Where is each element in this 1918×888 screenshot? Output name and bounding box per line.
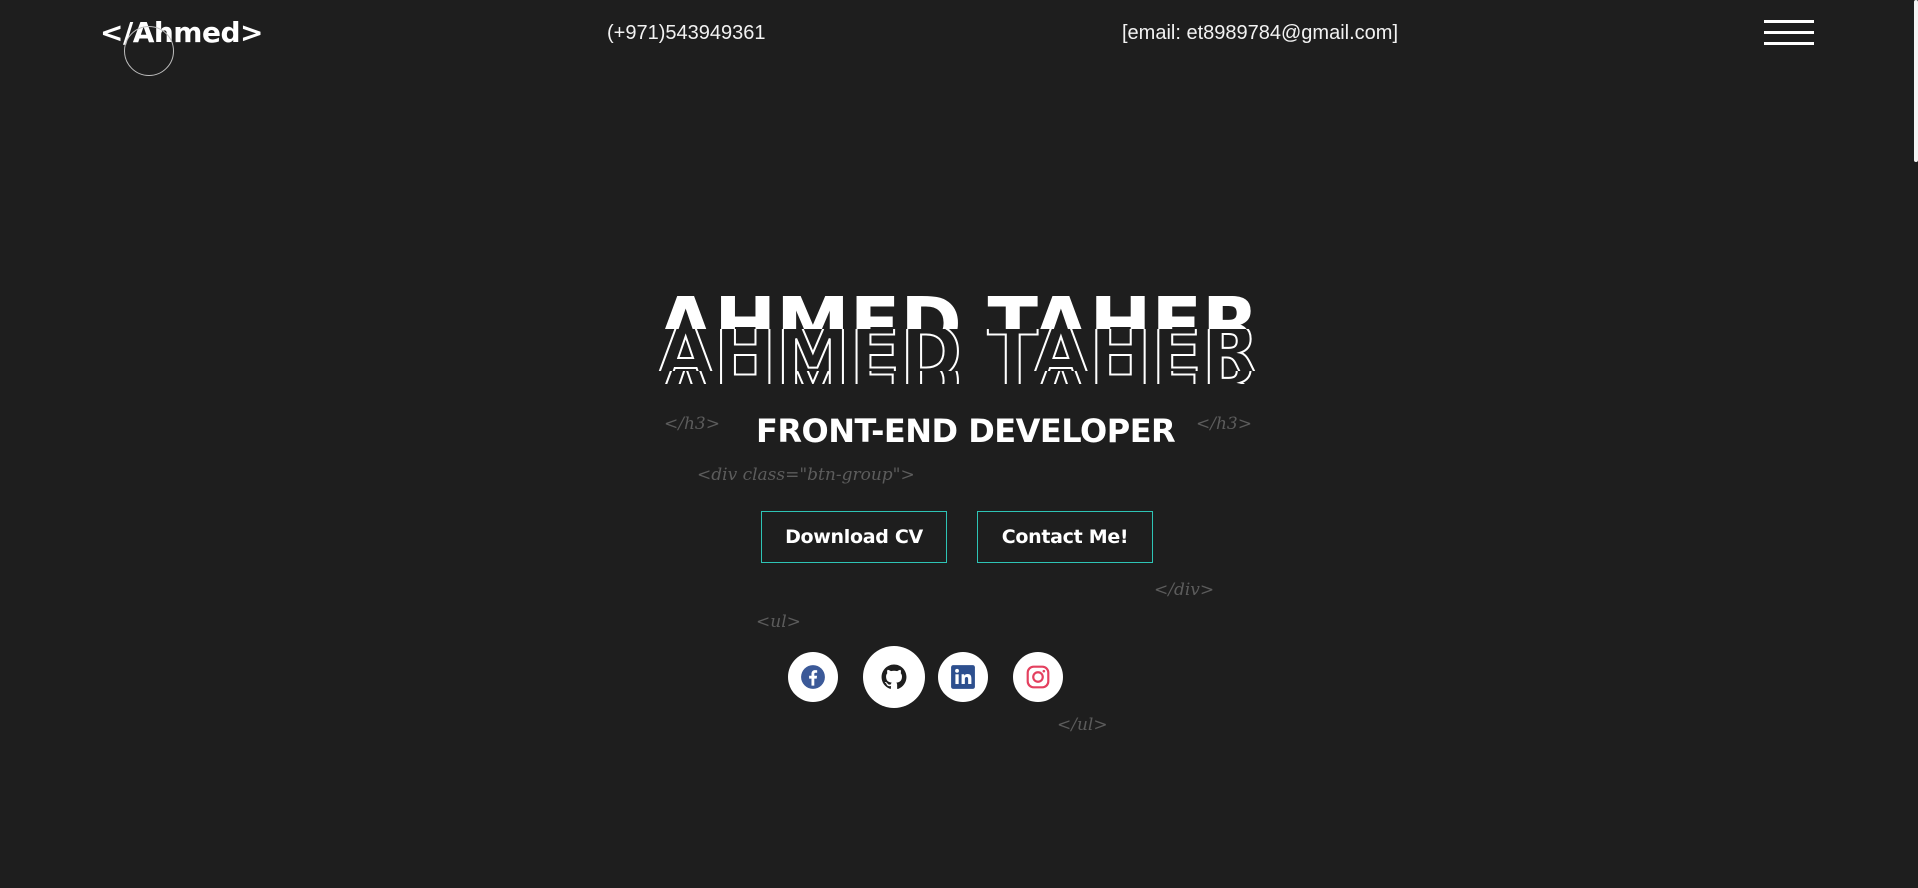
code-tag-ul-close: </ul> <box>1057 715 1108 735</box>
instagram-icon <box>1026 665 1050 689</box>
menu-bar <box>1764 20 1814 23</box>
custom-cursor-ring <box>124 26 174 76</box>
instagram-link[interactable] <box>1013 652 1063 702</box>
hero-title: FRONT-END DEVELOPER <box>756 412 1176 450</box>
github-icon <box>881 664 907 690</box>
hero-name: AHMED TAHER AHMED TAHER AHMED TAHER <box>620 296 1296 384</box>
github-link[interactable] <box>863 646 925 708</box>
menu-bar <box>1764 31 1814 34</box>
phone-number: (+971)543949361 <box>607 22 766 44</box>
code-tag-div-close: </div> <box>1154 580 1215 600</box>
facebook-icon <box>801 665 825 689</box>
code-tag-h3-close-right: </h3> <box>1196 414 1252 434</box>
code-tag-div-open: <div class="btn-group"> <box>697 465 915 485</box>
menu-bar <box>1764 42 1814 45</box>
contact-me-button[interactable]: Contact Me! <box>977 511 1153 563</box>
scrollbar-thumb[interactable] <box>1914 0 1918 162</box>
linkedin-icon <box>951 665 975 689</box>
code-tag-h3-close-left: </h3> <box>664 414 720 434</box>
linkedin-link[interactable] <box>938 652 988 702</box>
email-address: [email: et8989784@gmail.com] <box>1122 22 1398 44</box>
hamburger-icon[interactable] <box>1764 20 1814 46</box>
facebook-link[interactable] <box>788 652 838 702</box>
code-tag-ul-open: <ul> <box>756 612 801 632</box>
download-cv-button[interactable]: Download CV <box>761 511 947 563</box>
hero-name-art: AHMED TAHER AHMED TAHER AHMED TAHER <box>656 296 1260 384</box>
